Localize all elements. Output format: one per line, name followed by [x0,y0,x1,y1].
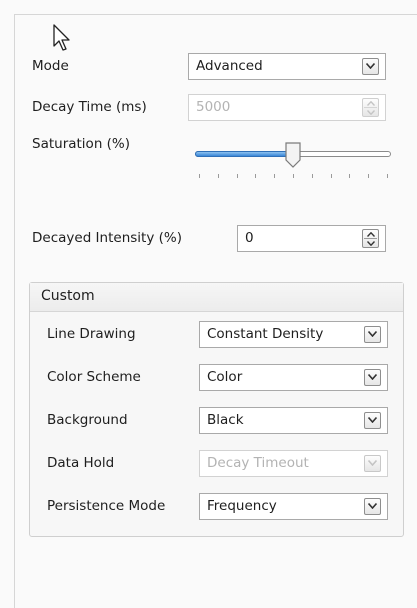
chevron-down-icon[interactable] [364,412,381,429]
slider-tick [237,174,238,178]
chevron-down-icon[interactable] [364,326,381,343]
slider-tick [274,174,275,178]
line-drawing-label: Line Drawing [47,326,136,342]
decayed-intensity-label: Decayed Intensity (%) [32,230,182,246]
slider-fill [195,151,293,157]
background-value: Black [207,412,244,428]
slider-tick [218,174,219,178]
chevron-down-icon[interactable] [362,58,379,75]
chevron-down-icon[interactable] [364,455,381,472]
decay-time-label: Decay Time (ms) [32,99,147,115]
data-hold-label: Data Hold [47,455,115,471]
line-drawing-dropdown[interactable]: Constant Density [199,321,388,348]
slider-tick [293,174,294,178]
spin-up-down-icon[interactable] [362,229,379,248]
custom-group-header: Custom [30,283,403,312]
data-hold-value: Decay Timeout [207,455,309,471]
slider-tick [312,174,313,178]
decay-time-value: 5000 [196,99,231,115]
mode-dropdown[interactable]: Advanced [188,53,386,80]
spin-up-down-icon[interactable] [362,98,379,117]
decayed-intensity-spinbox[interactable]: 0 [237,225,386,252]
chevron-down-icon[interactable] [364,369,381,386]
background-dropdown[interactable]: Black [199,407,388,434]
chevron-down-icon[interactable] [364,498,381,515]
slider-tick [368,174,369,178]
custom-group-title: Custom [41,288,95,304]
mode-value: Advanced [196,58,263,74]
slider-tick [199,174,200,178]
decay-time-spinbox[interactable]: 5000 [188,94,386,121]
slider-tick [349,174,350,178]
color-scheme-value: Color [207,369,243,385]
slider-tick [331,174,332,178]
data-hold-dropdown[interactable]: Decay Timeout [199,450,388,477]
saturation-label: Saturation (%) [32,136,131,152]
slider-tick [255,174,256,178]
persistence-mode-value: Frequency [207,498,277,514]
color-scheme-label: Color Scheme [47,369,141,385]
line-drawing-value: Constant Density [207,326,324,342]
mouse-pointer-icon [53,24,70,51]
decayed-intensity-value: 0 [245,230,254,246]
background-label: Background [47,412,128,428]
persistence-mode-label: Persistence Mode [47,498,166,514]
slider-thumb[interactable] [285,142,301,168]
slider-ticks [195,174,391,179]
mode-label: Mode [32,58,69,74]
slider-tick [387,174,388,178]
persistence-mode-dropdown[interactable]: Frequency [199,493,388,520]
saturation-slider[interactable] [193,142,393,182]
color-scheme-dropdown[interactable]: Color [199,364,388,391]
